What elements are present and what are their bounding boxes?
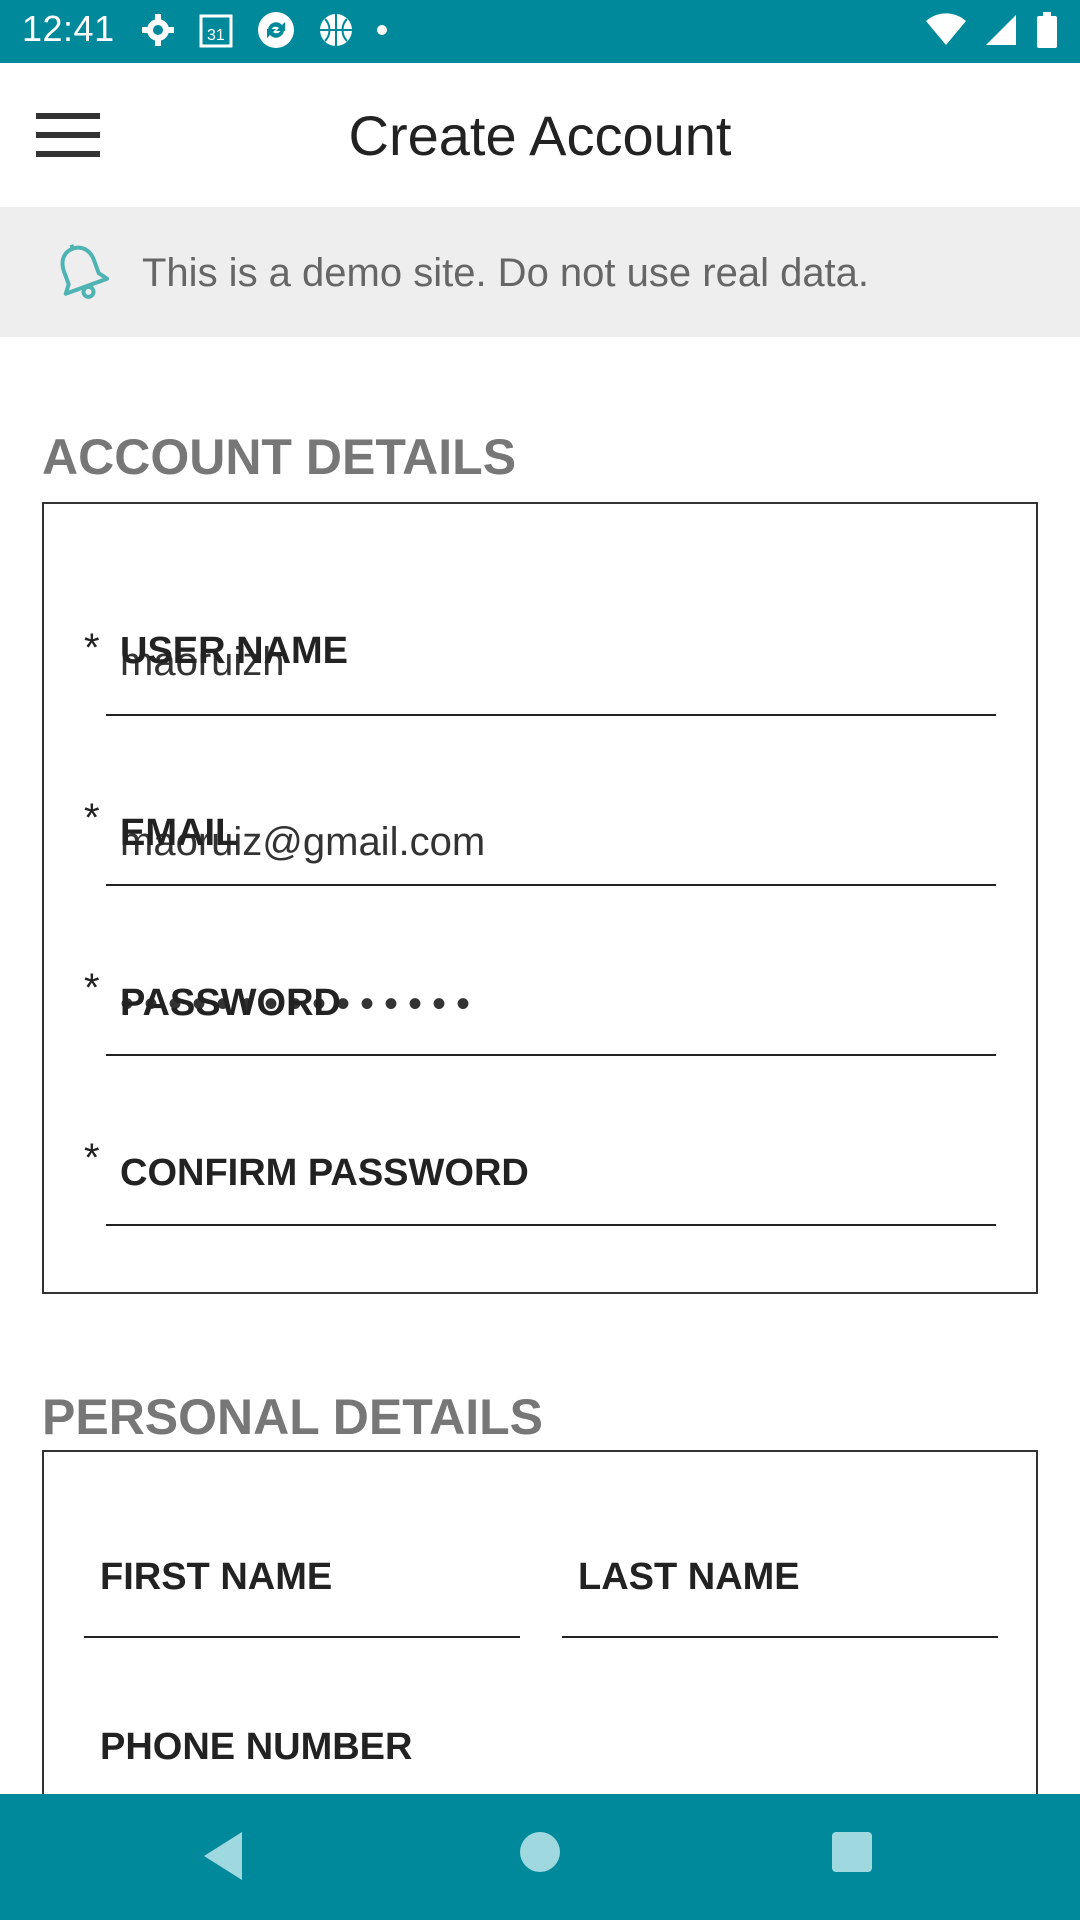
demo-banner: This is a demo site. Do not use real dat… bbox=[0, 207, 1080, 337]
back-triangle-icon[interactable] bbox=[200, 1828, 250, 1889]
home-circle-icon[interactable] bbox=[518, 1830, 562, 1879]
bell-icon bbox=[52, 241, 112, 307]
basketball-icon bbox=[318, 12, 354, 53]
confirm-password-underline bbox=[106, 1224, 996, 1226]
personal-details-box: FIRST NAME LAST NAME PHONE NUMBER bbox=[42, 1450, 1038, 1850]
navigation-bar bbox=[0, 1794, 1080, 1920]
email-field[interactable]: * maoruiz@gmail.com EMAIL bbox=[44, 786, 1036, 886]
first-name-field[interactable]: FIRST NAME bbox=[84, 1538, 520, 1638]
recents-square-icon[interactable] bbox=[830, 1830, 874, 1879]
gear-icon bbox=[140, 12, 176, 53]
signal-icon bbox=[984, 13, 1018, 52]
required-mark: * bbox=[84, 1136, 100, 1180]
status-bar: 12:41 31 bbox=[0, 0, 1080, 63]
personal-details-title: PERSONAL DETAILS bbox=[42, 1389, 543, 1445]
first-name-underline bbox=[84, 1636, 520, 1638]
email-underline bbox=[106, 884, 996, 886]
password-field[interactable]: * ••••••••••••••• PASSWORD bbox=[44, 956, 1036, 1056]
last-name-underline bbox=[562, 1636, 998, 1638]
app-bar: Create Account bbox=[0, 63, 1080, 207]
banner-text: This is a demo site. Do not use real dat… bbox=[142, 251, 870, 295]
account-details-title: ACCOUNT DETAILS bbox=[42, 429, 517, 485]
status-time: 12:41 bbox=[22, 8, 115, 49]
required-mark: * bbox=[84, 796, 100, 840]
phone-number-field[interactable]: PHONE NUMBER bbox=[84, 1708, 998, 1808]
required-mark: * bbox=[84, 966, 100, 1010]
sync-icon bbox=[256, 10, 296, 55]
notification-icons: 31 bbox=[140, 10, 388, 55]
system-icons bbox=[926, 11, 1058, 53]
last-name-label: LAST NAME bbox=[578, 1556, 800, 1598]
page-title: Create Account bbox=[348, 104, 732, 167]
password-underline bbox=[106, 1054, 996, 1056]
email-label: EMAIL bbox=[120, 812, 239, 854]
last-name-field[interactable]: LAST NAME bbox=[562, 1538, 998, 1638]
battery-icon bbox=[1036, 11, 1058, 53]
username-field[interactable]: * maoruizh USER NAME bbox=[44, 616, 1036, 716]
svg-text:31: 31 bbox=[207, 27, 225, 44]
password-label: PASSWORD bbox=[120, 982, 341, 1024]
account-details-box: * maoruizh USER NAME * maoruiz@gmail.com… bbox=[42, 502, 1038, 1294]
wifi-icon bbox=[926, 12, 966, 52]
phone-number-label: PHONE NUMBER bbox=[100, 1726, 413, 1768]
confirm-password-label: CONFIRM PASSWORD bbox=[120, 1152, 529, 1194]
username-label: USER NAME bbox=[120, 630, 349, 672]
first-name-label: FIRST NAME bbox=[100, 1556, 333, 1598]
dot-icon bbox=[376, 23, 388, 41]
username-underline bbox=[106, 714, 996, 716]
required-mark: * bbox=[84, 626, 100, 670]
calendar-31-icon: 31 bbox=[198, 11, 234, 54]
confirm-password-field[interactable]: * CONFIRM PASSWORD bbox=[44, 1126, 1036, 1226]
